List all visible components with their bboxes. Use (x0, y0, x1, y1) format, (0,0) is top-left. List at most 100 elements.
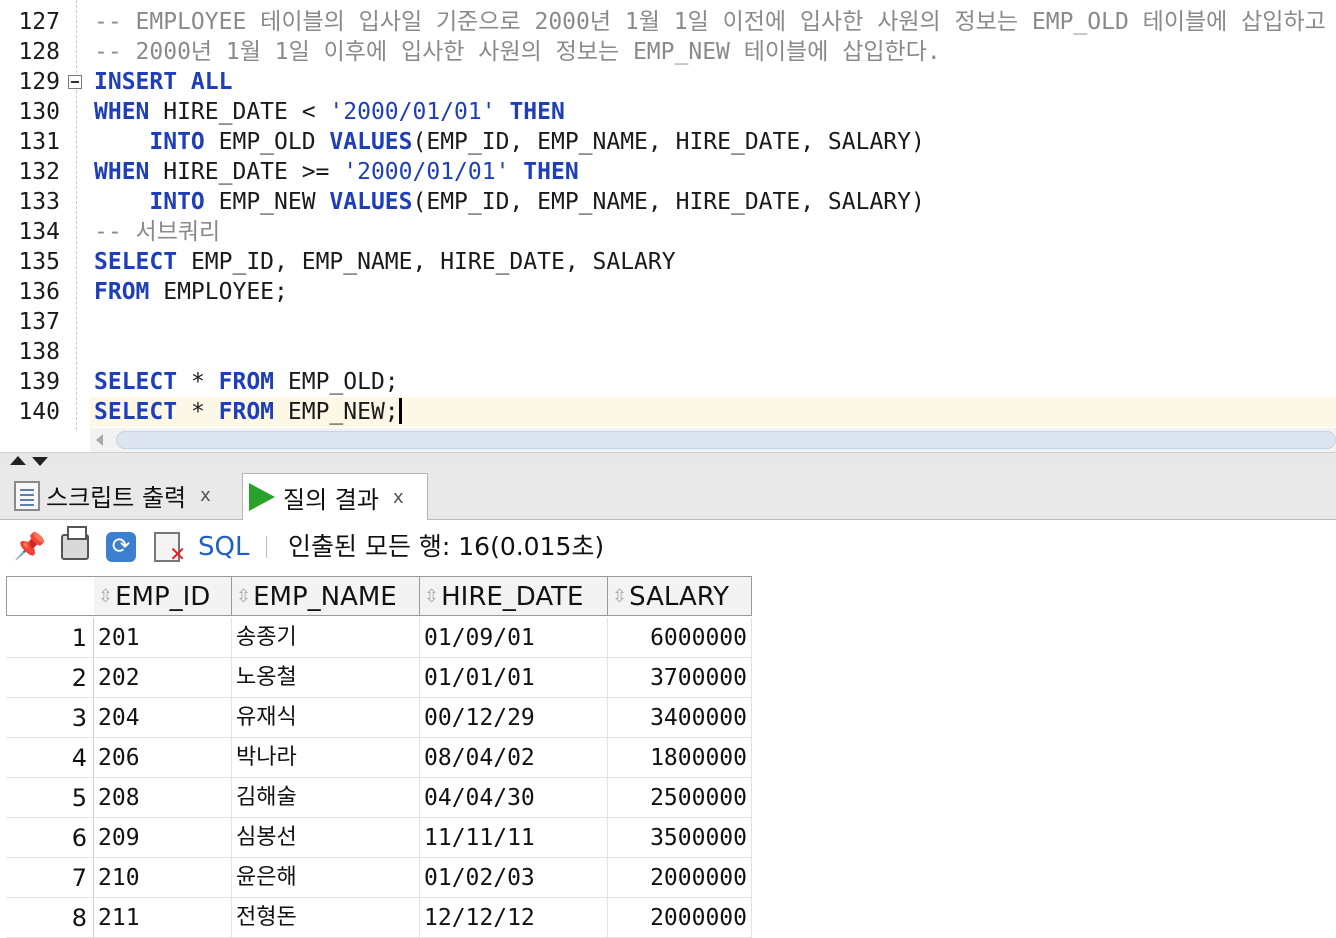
code-line[interactable]: -- 서브쿼리 (94, 217, 220, 247)
sql-keyword: INTO (149, 189, 205, 215)
cell-hire-date[interactable]: 00/12/29 (420, 698, 608, 738)
sql-keyword: THEN (509, 99, 565, 125)
cell-emp-id[interactable]: 204 (94, 698, 232, 738)
table-row[interactable]: 4 206 박나라 08/04/02 1800000 (6, 738, 752, 778)
code-line[interactable]: INSERT ALL (94, 67, 232, 97)
collapse-down-icon[interactable] (32, 457, 48, 466)
code-line[interactable]: WHEN HIRE_DATE >= '2000/01/01' THEN (94, 157, 579, 187)
cell-emp-id[interactable]: 201 (94, 618, 232, 658)
code-line[interactable]: FROM EMPLOYEE; (94, 277, 288, 307)
sql-keyword: INTO (149, 129, 205, 155)
column-header-emp-id[interactable]: ⇳EMP_ID (94, 576, 232, 616)
clear-icon[interactable] (150, 530, 186, 566)
scrollbar-thumb[interactable] (116, 431, 1336, 449)
grid-header: ⇳EMP_ID ⇳EMP_NAME ⇳HIRE_DATE ⇳SALARY (6, 576, 1336, 618)
fold-toggle-icon[interactable] (68, 75, 82, 89)
column-header-emp-name[interactable]: ⇳EMP_NAME (232, 576, 420, 616)
code-line[interactable]: WHEN HIRE_DATE < '2000/01/01' THEN (94, 97, 565, 127)
line-number: 135 (18, 249, 60, 275)
table-row[interactable]: 6 209 심봉선 11/11/11 3500000 (6, 818, 752, 858)
code-line[interactable]: -- EMPLOYEE 테이블의 입사일 기준으로 2000년 1월 1일 이전… (94, 7, 1326, 37)
row-number: 6 (6, 818, 94, 858)
sql-text: EMP_OLD; (274, 369, 399, 395)
code-line[interactable]: -- 2000년 1월 1일 이후에 입사한 사원의 정보는 EMP_NEW 테… (94, 37, 941, 67)
code-line[interactable]: SELECT EMP_ID, EMP_NAME, HIRE_DATE, SALA… (94, 247, 676, 277)
table-row[interactable]: 1 201 송종기 01/09/01 6000000 (6, 618, 752, 658)
grid-corner (6, 576, 94, 616)
cell-hire-date[interactable]: 01/01/01 (420, 658, 608, 698)
cell-emp-name[interactable]: 노옹철 (232, 658, 420, 698)
code-line[interactable]: INTO EMP_NEW VALUES(EMP_ID, EMP_NAME, HI… (94, 187, 925, 217)
cell-hire-date[interactable]: 08/04/02 (420, 738, 608, 778)
panel-splitter[interactable] (0, 452, 1336, 470)
sql-text: (EMP_ID, EMP_NAME, HIRE_DATE, SALARY) (412, 189, 925, 215)
cell-hire-date[interactable]: 01/09/01 (420, 618, 608, 658)
cell-salary[interactable]: 3500000 (608, 818, 752, 858)
toolbar-separator (266, 536, 267, 558)
cell-emp-name[interactable]: 박나라 (232, 738, 420, 778)
column-header-hire-date[interactable]: ⇳HIRE_DATE (420, 576, 608, 616)
table-row[interactable]: 8 211 전형돈 12/12/12 2000000 (6, 898, 752, 938)
cell-salary[interactable]: 2000000 (608, 898, 752, 938)
cell-hire-date[interactable]: 04/04/30 (420, 778, 608, 818)
cell-emp-name[interactable]: 윤은해 (232, 858, 420, 898)
scroll-left-icon[interactable] (96, 434, 103, 446)
table-row[interactable]: 5 208 김해술 04/04/30 2500000 (6, 778, 752, 818)
cell-emp-id[interactable]: 208 (94, 778, 232, 818)
refresh-icon[interactable]: ⟳ (104, 530, 138, 564)
result-grid[interactable]: ⇳EMP_ID ⇳EMP_NAME ⇳HIRE_DATE ⇳SALARY 1 20… (0, 576, 1336, 938)
result-toolbar: 📌 ⟳ SQL 인출된 모든 행: 16(0.015초) (0, 520, 1336, 577)
print-icon[interactable] (58, 526, 92, 564)
cell-salary[interactable]: 6000000 (608, 618, 752, 658)
cell-salary[interactable]: 2000000 (608, 858, 752, 898)
cell-salary[interactable]: 2500000 (608, 778, 752, 818)
tab-script-output-label: 스크립트 출력 (46, 484, 187, 512)
cell-emp-id[interactable]: 211 (94, 898, 232, 938)
sql-keyword: THEN (523, 159, 579, 185)
cell-emp-name[interactable]: 전형돈 (232, 898, 420, 938)
line-number: 128 (18, 39, 60, 65)
tab-script-output[interactable]: 스크립트 출력 x (8, 473, 236, 518)
cell-emp-name[interactable]: 심봉선 (232, 818, 420, 858)
row-number: 7 (6, 858, 94, 898)
editor-horizontal-scrollbar[interactable] (90, 428, 1336, 452)
cell-salary[interactable]: 3700000 (608, 658, 752, 698)
cell-emp-name[interactable]: 송종기 (232, 618, 420, 658)
cell-emp-id[interactable]: 202 (94, 658, 232, 698)
close-icon[interactable]: x (200, 485, 211, 506)
cell-emp-id[interactable]: 210 (94, 858, 232, 898)
sql-keyword: VALUES (329, 129, 413, 155)
cell-hire-date[interactable]: 01/02/03 (420, 858, 608, 898)
cell-hire-date[interactable]: 12/12/12 (420, 898, 608, 938)
code-line[interactable]: SELECT * FROM EMP_NEW; (94, 397, 402, 427)
sql-button[interactable]: SQL (198, 530, 249, 564)
sql-string: '2000/01/01' (343, 159, 510, 185)
sort-icon: ⇳ (98, 586, 114, 607)
collapse-up-icon[interactable] (10, 456, 26, 465)
cell-salary[interactable]: 1800000 (608, 738, 752, 778)
line-number: 139 (18, 369, 60, 395)
cell-emp-name[interactable]: 유재식 (232, 698, 420, 738)
table-row[interactable]: 3 204 유재식 00/12/29 3400000 (6, 698, 752, 738)
row-number: 3 (6, 698, 94, 738)
line-number: 132 (18, 159, 60, 185)
tab-query-result[interactable]: 질의 결과 x (242, 473, 428, 520)
close-icon[interactable]: x (393, 487, 404, 508)
line-number: 127 (18, 9, 60, 35)
pin-icon[interactable]: 📌 (14, 530, 46, 564)
cell-emp-id[interactable]: 206 (94, 738, 232, 778)
sql-editor[interactable]: 127 -- EMPLOYEE 테이블의 입사일 기준으로 2000년 1월 1일… (0, 0, 1336, 430)
cell-salary[interactable]: 3400000 (608, 698, 752, 738)
cell-emp-name[interactable]: 김해술 (232, 778, 420, 818)
column-header-salary[interactable]: ⇳SALARY (608, 576, 752, 616)
cell-hire-date[interactable]: 11/11/11 (420, 818, 608, 858)
table-row[interactable]: 2 202 노옹철 01/01/01 3700000 (6, 658, 752, 698)
sort-icon: ⇳ (612, 586, 628, 607)
table-row[interactable]: 7 210 윤은해 01/02/03 2000000 (6, 858, 752, 898)
sql-keyword: WHEN (94, 99, 150, 125)
code-line[interactable]: INTO EMP_OLD VALUES(EMP_ID, EMP_NAME, HI… (94, 127, 924, 157)
code-line[interactable]: SELECT * FROM EMP_OLD; (94, 367, 399, 397)
cell-emp-id[interactable]: 209 (94, 818, 232, 858)
run-play-icon (249, 483, 275, 511)
